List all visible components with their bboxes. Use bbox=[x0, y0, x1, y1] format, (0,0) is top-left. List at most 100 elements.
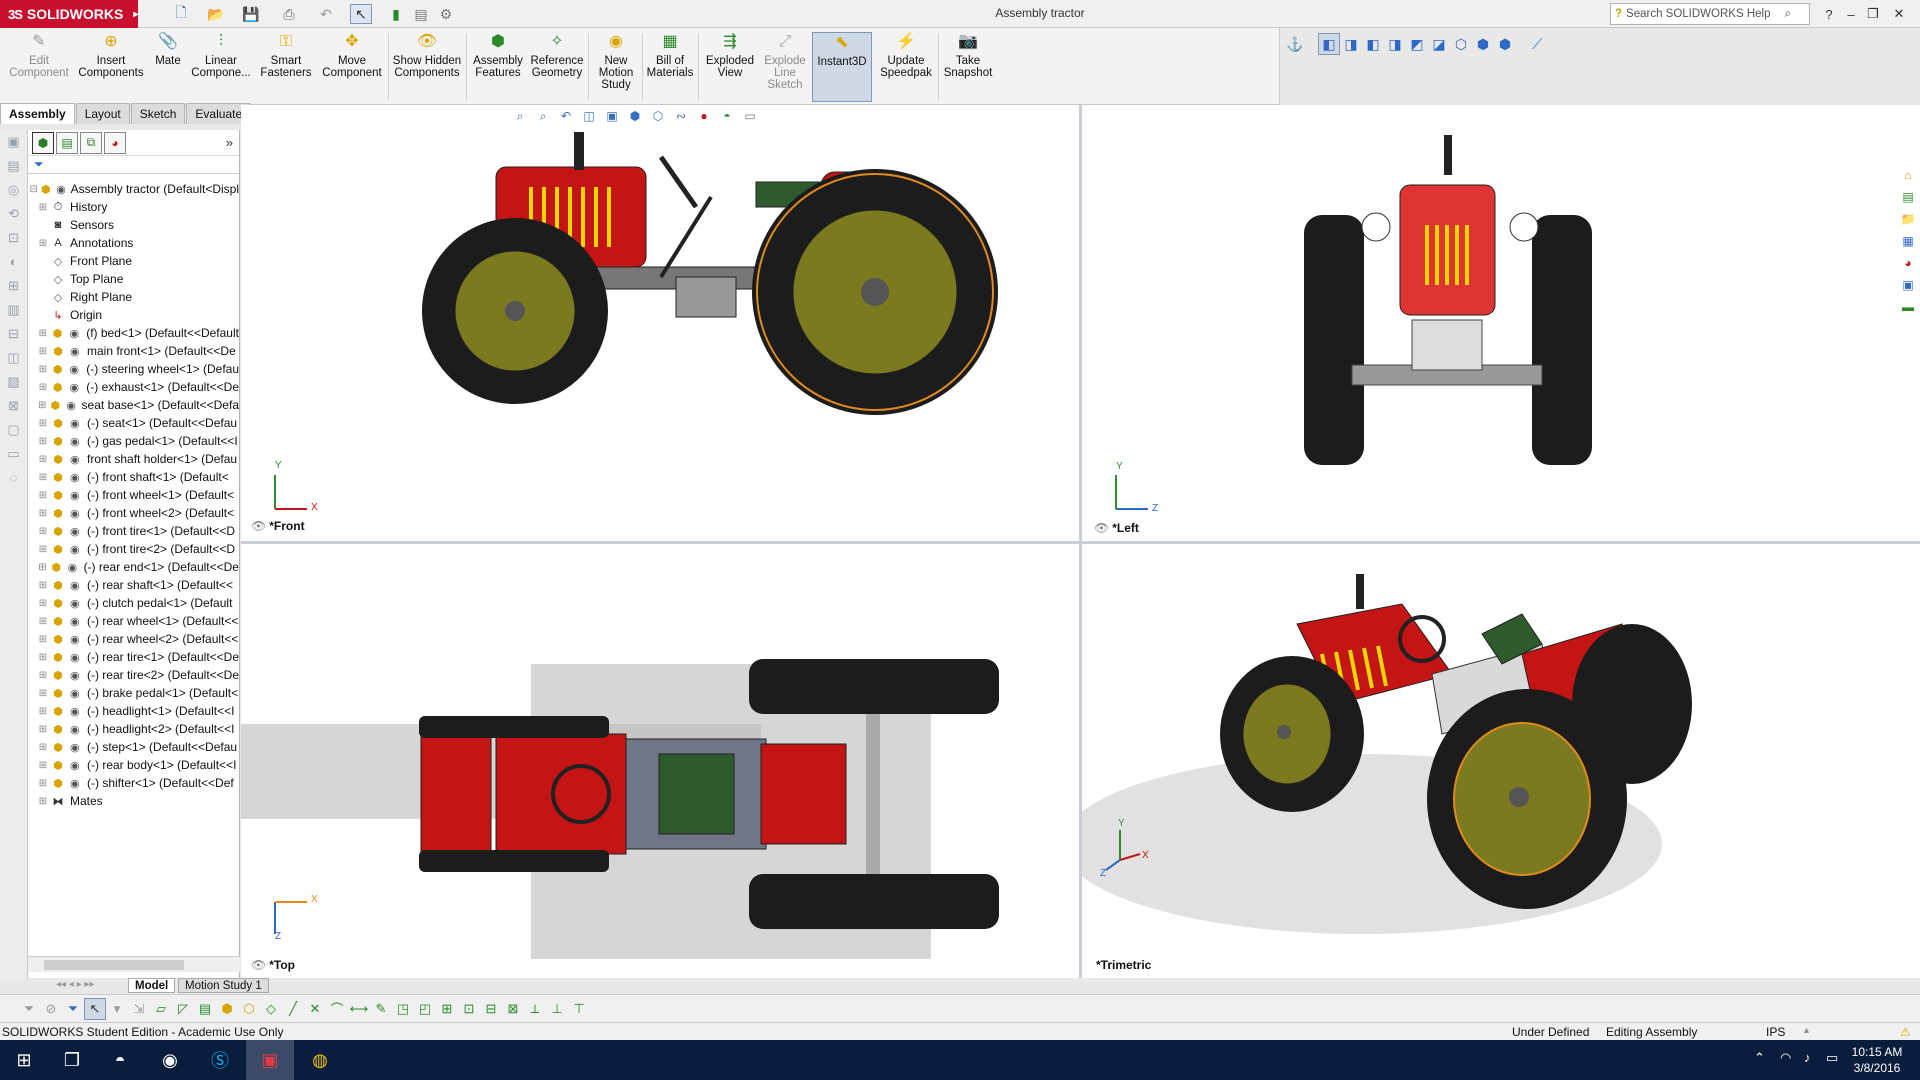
expand-icon[interactable]: ⊞ bbox=[36, 634, 50, 645]
tool-icon[interactable]: ▣ bbox=[4, 134, 24, 154]
expand-icon[interactable]: ⊞ bbox=[36, 202, 50, 213]
back-view-icon[interactable]: ◨ bbox=[1340, 33, 1362, 55]
custom-properties-icon[interactable]: ▣ bbox=[1898, 278, 1918, 298]
expand-icon[interactable]: ⊞ bbox=[36, 238, 50, 249]
instant3d-button[interactable]: ⬉ Instant3D bbox=[812, 32, 872, 102]
open-icon[interactable]: 📂 bbox=[205, 4, 227, 24]
previous-view-icon[interactable]: ↶ bbox=[557, 107, 575, 125]
filter-sketch-icon[interactable]: ⌒ bbox=[326, 998, 348, 1020]
expand-icon[interactable]: ⊞ bbox=[36, 544, 50, 555]
top-view-icon[interactable]: ◩ bbox=[1406, 33, 1428, 55]
tool-icon[interactable]: ⊡ bbox=[4, 230, 24, 250]
units-dropdown-icon[interactable]: ▴ bbox=[1804, 1025, 1809, 1036]
filter-welds-icon[interactable]: ⊞ bbox=[436, 998, 458, 1020]
filter-solids-icon[interactable]: ◰ bbox=[414, 998, 436, 1020]
tree-item[interactable]: ⊞ ⬢ ◉ (-) clutch pedal<1> (Default bbox=[28, 594, 239, 612]
tree-item[interactable]: ⊞ ⬢ ◉ (-) headlight<1> (Default<<I bbox=[28, 702, 239, 720]
expand-icon[interactable]: ⊞ bbox=[36, 580, 50, 591]
tool-icon[interactable]: ▧ bbox=[4, 374, 24, 394]
filter-datum-icon[interactable]: ⊡ bbox=[458, 998, 480, 1020]
edit-component-button[interactable]: ✎ Edit Component bbox=[4, 32, 74, 102]
viewport-label-left[interactable]: 👁 *Left bbox=[1094, 521, 1139, 535]
expand-icon[interactable]: ⊞ bbox=[36, 688, 50, 699]
tab-assembly[interactable]: Assembly bbox=[0, 103, 75, 124]
expand-icon[interactable]: ⊞ bbox=[36, 724, 50, 735]
windows-start-icon[interactable]: ⊞ bbox=[0, 1040, 48, 1080]
tree-item[interactable]: ⊞ ⬢ ◉ (-) rear wheel<1> (Default<< bbox=[28, 612, 239, 630]
viewport-label-front[interactable]: 👁 *Front bbox=[251, 519, 305, 533]
filter-gtol-icon[interactable]: ⊟ bbox=[480, 998, 502, 1020]
resources-icon[interactable]: ▤ bbox=[1898, 190, 1918, 210]
search-help-input[interactable]: ? Search SOLIDWORKS Help ⌕ bbox=[1610, 3, 1810, 25]
filter-notes-icon[interactable]: ✎ bbox=[370, 998, 392, 1020]
edge-browser-icon[interactable]: ◓ bbox=[96, 1040, 144, 1080]
rebuild-status-icon[interactable]: ⚠ bbox=[1900, 1025, 1911, 1039]
tree-item[interactable]: ⊞ ⬢ ◉ (-) shifter<1> (Default<<Def bbox=[28, 774, 239, 792]
tree-item[interactable]: ⊞ ⬢ ◉ (-) step<1> (Default<<Defau bbox=[28, 738, 239, 756]
tab-sketch[interactable]: Sketch bbox=[130, 103, 186, 124]
expand-icon[interactable]: ⊞ bbox=[36, 652, 50, 663]
filter-dims-icon[interactable]: ⟷ bbox=[348, 998, 370, 1020]
tool-icon[interactable]: ⊞ bbox=[4, 278, 24, 298]
expand-icon[interactable]: ⊞ bbox=[36, 670, 50, 681]
mate-button[interactable]: 📎 Mate bbox=[148, 32, 188, 102]
chrome-icon[interactable]: ◍ bbox=[296, 1040, 344, 1080]
tree-item[interactable]: ⊞ ⬢ ◉ (-) exhaust<1> (Default<<De bbox=[28, 378, 239, 396]
trimetric-view-icon[interactable]: ⬢ bbox=[1472, 33, 1494, 55]
dimetric-view-icon[interactable]: ⬢ bbox=[1494, 33, 1516, 55]
tree-item[interactable]: ⊞ ⬢ ◉ seat base<1> (Default<<Defa bbox=[28, 396, 239, 414]
linear-component-pattern-button[interactable]: ⫶ Linear Compone... bbox=[190, 32, 252, 102]
hide-show-items-icon[interactable]: ∾ bbox=[672, 107, 690, 125]
tree-item[interactable]: ⊞ A Annotations bbox=[28, 234, 239, 252]
expand-icon[interactable]: ⊞ bbox=[36, 706, 50, 717]
solidworks-logo-menu[interactable]: 3S SOLIDWORKS ▸ bbox=[0, 0, 138, 28]
tab-scroll-arrows-icon[interactable]: ◂◂ ◂ ▸ ▸▸ bbox=[56, 979, 94, 990]
viewport-top[interactable]: Z X 👁 *Top bbox=[241, 544, 1079, 978]
task-view-icon[interactable]: ❐ bbox=[48, 1040, 96, 1080]
property-manager-tab-icon[interactable]: ▤ bbox=[56, 131, 78, 154]
assembly-features-button[interactable]: ⬢ Assembly Features bbox=[470, 32, 526, 102]
tree-item[interactable]: ◇ Right Plane bbox=[28, 288, 239, 306]
design-library-icon[interactable]: 📁 bbox=[1898, 212, 1918, 232]
tree-item[interactable]: ◙ Sensors bbox=[28, 216, 239, 234]
select-icon[interactable]: ↖ bbox=[350, 4, 372, 24]
tree-item[interactable]: ⊞ ⬢ ◉ (-) rear end<1> (Default<<De bbox=[28, 558, 239, 576]
expand-icon[interactable]: ⊞ bbox=[36, 796, 50, 807]
isometric-view-icon[interactable]: ⬡ bbox=[1450, 33, 1472, 55]
save-icon[interactable]: 💾 bbox=[240, 4, 262, 24]
show-hidden-components-button[interactable]: 👁 Show Hidden Components bbox=[392, 32, 462, 102]
tree-item[interactable]: ⊞ ⬢ ◉ front shaft holder<1> (Defau bbox=[28, 450, 239, 468]
filter-edges-icon[interactable]: ◸ bbox=[172, 998, 194, 1020]
tree-item[interactable]: ⊞ ⬢ ◉ (-) steering wheel<1> (Defau bbox=[28, 360, 239, 378]
view-settings-icon[interactable]: ▭ bbox=[741, 107, 759, 125]
section-view-icon[interactable]: ◫ bbox=[580, 107, 598, 125]
expand-icon[interactable]: ⊞ bbox=[36, 490, 50, 501]
expand-icon[interactable]: ⊞ bbox=[36, 526, 50, 537]
help-icon[interactable]: ? bbox=[1818, 4, 1840, 24]
filter-parts-icon[interactable]: ⬢ bbox=[216, 998, 238, 1020]
expand-icon[interactable]: ⊞ bbox=[36, 616, 50, 627]
tool-icon[interactable]: ▥ bbox=[4, 302, 24, 322]
clear-filters-icon[interactable]: ⊘ bbox=[40, 998, 62, 1020]
options-icon[interactable]: ⚙ bbox=[435, 4, 457, 24]
zoom-to-area-icon[interactable]: ⌕ bbox=[534, 107, 552, 125]
filter-components-icon[interactable]: ⬡ bbox=[238, 998, 260, 1020]
close-button[interactable]: ✕ bbox=[1888, 4, 1910, 24]
tab-model[interactable]: Model bbox=[128, 978, 176, 993]
reference-geometry-button[interactable]: ✧ Reference Geometry bbox=[528, 32, 586, 102]
filter-points-icon[interactable]: ✕ bbox=[304, 998, 326, 1020]
tree-item[interactable]: ⊞ ⬢ ◉ (-) front wheel<2> (Default< bbox=[28, 504, 239, 522]
expand-icon[interactable]: ⊞ bbox=[36, 562, 49, 573]
insert-components-button[interactable]: ⊕ Insert Components bbox=[76, 32, 146, 102]
units-selector[interactable]: IPS bbox=[1766, 1025, 1785, 1039]
feature-tree-tab-icon[interactable]: ⬢ bbox=[32, 131, 54, 154]
expand-icon[interactable]: ⊞ bbox=[36, 400, 48, 411]
tree-horizontal-scrollbar[interactable] bbox=[28, 956, 240, 972]
expand-icon[interactable]: ⊞ bbox=[36, 742, 50, 753]
tree-item[interactable]: ⊞ ⬢ ◉ main front<1> (Default<<De bbox=[28, 342, 239, 360]
edit-appearance-icon[interactable]: ● bbox=[695, 107, 713, 125]
tool-icon[interactable]: ◌ bbox=[4, 470, 24, 490]
expand-icon[interactable]: ⊞ bbox=[36, 418, 50, 429]
new-icon[interactable]: 🗋 bbox=[170, 4, 192, 24]
viewport-front[interactable]: Y X 👁 *Front bbox=[241, 127, 1079, 541]
